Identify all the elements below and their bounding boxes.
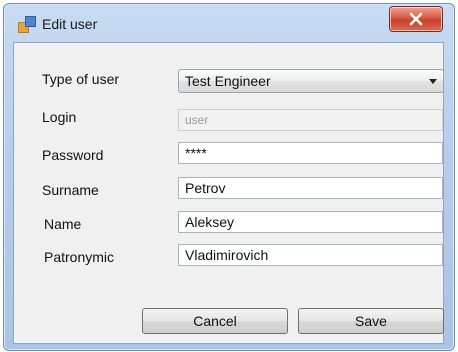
name-label: Name — [44, 216, 82, 232]
patronymic-label: Patronymic — [44, 249, 115, 265]
type-of-user-value: Test Engineer — [185, 73, 271, 89]
password-label: Password — [42, 147, 104, 163]
surname-field[interactable]: Petrov — [178, 177, 443, 199]
close-button[interactable] — [389, 6, 443, 32]
close-icon — [409, 12, 423, 26]
type-of-user-select[interactable]: Test Engineer — [178, 69, 444, 93]
save-button[interactable]: Save — [298, 308, 444, 334]
title-bar: Edit user — [4, 4, 454, 42]
surname-label: Surname — [42, 182, 99, 198]
app-window-icon — [18, 16, 36, 33]
type-of-user-label: Type of user — [42, 71, 120, 87]
name-field[interactable]: Aleksey — [178, 211, 443, 233]
window-title: Edit user — [42, 16, 98, 32]
password-field[interactable]: **** — [178, 142, 443, 164]
chevron-down-icon — [429, 79, 437, 84]
edit-user-dialog: Edit user Type of user Test Engineer Log… — [3, 3, 455, 351]
patronymic-field[interactable]: Vladimirovich — [178, 244, 443, 266]
login-label: Login — [42, 109, 77, 125]
dialog-body: Type of user Test Engineer Login user Pa… — [13, 42, 444, 344]
login-field[interactable]: user — [178, 109, 443, 131]
cancel-button[interactable]: Cancel — [142, 308, 288, 334]
